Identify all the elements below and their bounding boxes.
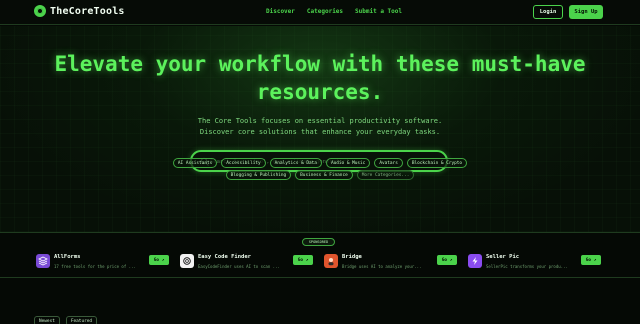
brand-logo[interactable]: TheCoreTools xyxy=(34,5,125,17)
login-button[interactable]: Login xyxy=(533,5,563,19)
category-tag-analytics-data[interactable]: Analytics & Data xyxy=(269,158,322,168)
category-tag-blogging-publishing[interactable]: Blogging & Publishing xyxy=(225,170,292,180)
go-button[interactable]: Go ↗ xyxy=(581,255,601,265)
sponsored-badge: SPONSORED xyxy=(302,238,335,246)
hero-title: Elevate your workflow with these must-ha… xyxy=(54,52,586,104)
hero-subtitle-line-2: Discover core solutions that enhance you… xyxy=(199,128,441,136)
card-title: Easy Code Finder xyxy=(198,254,251,260)
openai-icon xyxy=(180,254,194,268)
card-description: SellerPic transforms your produ... xyxy=(486,264,568,269)
card-title: Bridge xyxy=(342,254,362,260)
signup-button[interactable]: Sign Up xyxy=(569,5,603,19)
sponsored-card[interactable]: AllForms 17 free tools for the price of … xyxy=(36,251,174,273)
nav-link-submit-tool[interactable]: Submit a Tool xyxy=(355,8,402,15)
category-tag-ai-assistants[interactable]: AI Assistants xyxy=(172,158,218,168)
nav-link-discover[interactable]: Discover xyxy=(266,8,295,15)
category-tag-audio-music[interactable]: Audio & Music xyxy=(325,158,371,168)
tab-featured[interactable]: Featured xyxy=(65,316,98,324)
bolt-icon xyxy=(468,254,482,268)
nav-links: Discover Categories Submit a Tool xyxy=(266,8,402,15)
hero-subtitle: The Core Tools focuses on essential prod… xyxy=(140,116,500,138)
category-tags-row-2: Blogging & Publishing Business & Finance… xyxy=(100,170,540,180)
category-tags-row-1: AI Assistants Accessibility Analytics & … xyxy=(100,158,540,168)
card-description: EasyCodeFinder uses AI to scan ... xyxy=(198,264,280,269)
card-description: Bridge uses AI to analyze your... xyxy=(342,264,422,269)
logo-icon xyxy=(34,5,46,17)
layers-icon xyxy=(36,254,50,268)
category-tag-blockchain-crypto[interactable]: Blockchain & Crypto xyxy=(406,158,468,168)
category-tag-avatars[interactable]: Avatars xyxy=(374,158,403,168)
brand-name: TheCoreTools xyxy=(50,5,125,17)
tab-newest[interactable]: Newest xyxy=(34,316,60,324)
category-tag-accessibility[interactable]: Accessibility xyxy=(221,158,266,168)
card-title: Seller Pic xyxy=(486,254,520,260)
card-title: AllForms xyxy=(54,254,81,260)
go-button[interactable]: Go ↗ xyxy=(437,255,457,265)
hero-subtitle-line-1: The Core Tools focuses on essential prod… xyxy=(197,117,443,125)
sponsored-card[interactable]: Easy Code Finder EasyCodeFinder uses AI … xyxy=(180,251,318,273)
sponsored-card[interactable]: Seller Pic SellerPic transforms your pro… xyxy=(468,251,606,273)
category-tag-business-finance[interactable]: Business & Finance xyxy=(295,170,353,180)
avatar-icon xyxy=(324,254,338,268)
go-button[interactable]: Go ↗ xyxy=(149,255,169,265)
hero-section: Elevate your workflow with these must-ha… xyxy=(0,26,640,232)
top-navbar: TheCoreTools Discover Categories Submit … xyxy=(0,0,640,25)
go-button[interactable]: Go ↗ xyxy=(293,255,313,265)
sponsored-card[interactable]: Bridge Bridge uses AI to analyze your...… xyxy=(324,251,462,273)
card-description: 17 free tools for the price of ... xyxy=(54,264,136,269)
more-categories-tag[interactable]: More Categories... xyxy=(356,170,415,180)
nav-link-categories[interactable]: Categories xyxy=(307,8,343,15)
listing-tabs: Newest Featured xyxy=(34,316,98,324)
